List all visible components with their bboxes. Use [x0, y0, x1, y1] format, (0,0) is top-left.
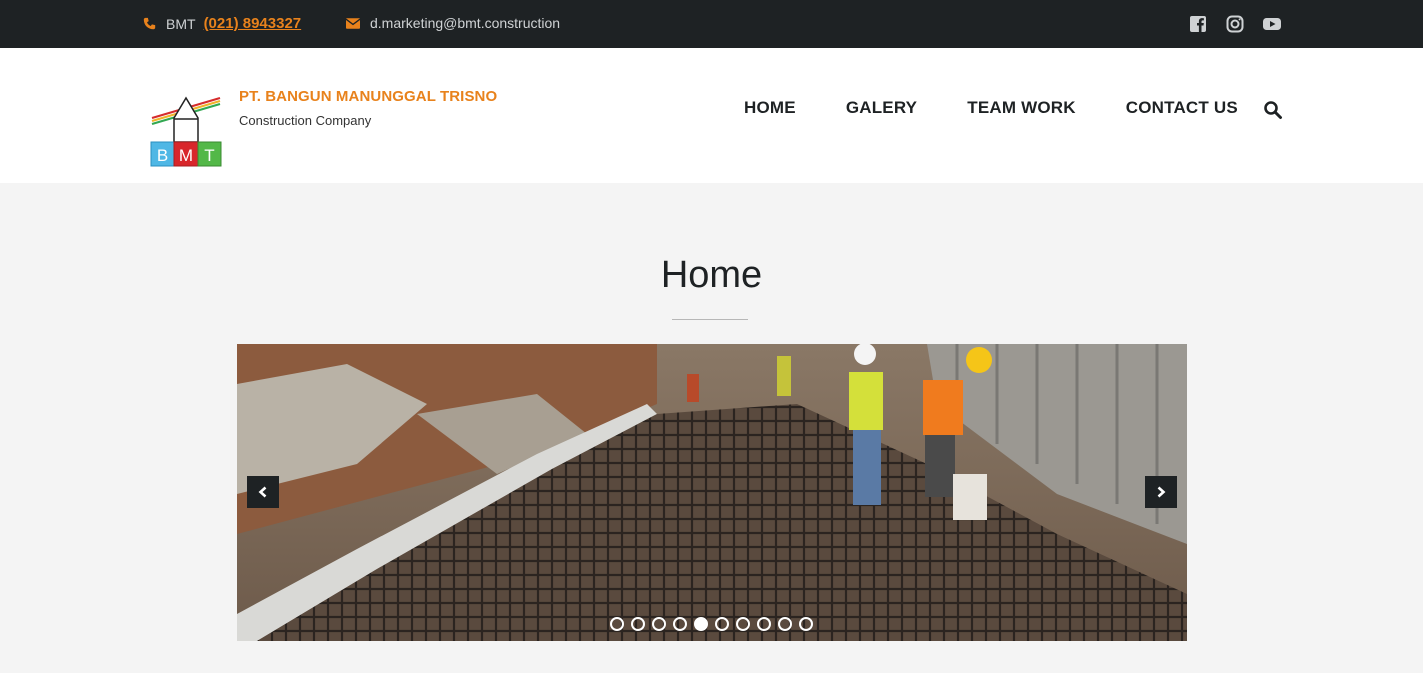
social-links — [1188, 14, 1282, 34]
carousel-dot[interactable] — [715, 617, 729, 631]
email-link[interactable]: d.marketing@bmt.construction — [370, 15, 560, 31]
phone-icon — [143, 17, 156, 30]
carousel-next-button[interactable] — [1145, 476, 1177, 508]
carousel-dot[interactable] — [631, 617, 645, 631]
bmt-logo[interactable]: B M T — [150, 92, 222, 168]
carousel-dot[interactable] — [610, 617, 624, 631]
logo-letter-m: M — [179, 146, 193, 165]
site-header: B M T PT. BANGUN MANUNGGAL TRISNO Constr… — [0, 48, 1423, 183]
logo-letter-t: T — [204, 146, 214, 165]
main-nav: HOME GALERY TEAM WORK CONTACT US — [744, 98, 1288, 118]
facebook-icon[interactable] — [1188, 14, 1208, 34]
chevron-left-icon — [258, 486, 267, 498]
carousel-dot[interactable] — [778, 617, 792, 631]
company-name[interactable]: PT. BANGUN MANUNGGAL TRISNO — [239, 88, 497, 105]
carousel-prev-button[interactable] — [247, 476, 279, 508]
youtube-icon[interactable] — [1262, 14, 1282, 34]
title-divider — [672, 319, 748, 320]
carousel-dot[interactable] — [736, 617, 750, 631]
page-title: Home — [660, 254, 763, 296]
carousel-dot[interactable] — [694, 617, 708, 631]
nav-contact-us[interactable]: CONTACT US — [1126, 98, 1238, 118]
carousel-dot[interactable] — [673, 617, 687, 631]
image-carousel[interactable] — [237, 344, 1187, 641]
carousel-indicators — [610, 617, 813, 631]
construction-site-photo — [237, 344, 1187, 641]
email-contact: d.marketing@bmt.construction — [346, 15, 560, 31]
carousel-dot[interactable] — [799, 617, 813, 631]
logo-letter-b: B — [157, 146, 168, 165]
carousel-dot[interactable] — [652, 617, 666, 631]
nav-home[interactable]: HOME — [744, 98, 796, 118]
chevron-right-icon — [1157, 486, 1166, 498]
phone-number-link[interactable]: (021) 8943327 — [204, 15, 302, 32]
search-icon[interactable] — [1263, 100, 1283, 120]
envelope-icon — [346, 17, 360, 29]
carousel-dot[interactable] — [757, 617, 771, 631]
instagram-icon[interactable] — [1225, 14, 1245, 34]
nav-galery[interactable]: GALERY — [846, 98, 917, 118]
phone-contact: BMT (021) 8943327 — [143, 15, 301, 32]
company-tagline: Construction Company — [239, 113, 372, 128]
top-bar: BMT (021) 8943327 d.marketing@bmt.constr… — [0, 0, 1423, 48]
phone-brand-label: BMT — [166, 15, 196, 32]
nav-team-work[interactable]: TEAM WORK — [967, 98, 1076, 118]
